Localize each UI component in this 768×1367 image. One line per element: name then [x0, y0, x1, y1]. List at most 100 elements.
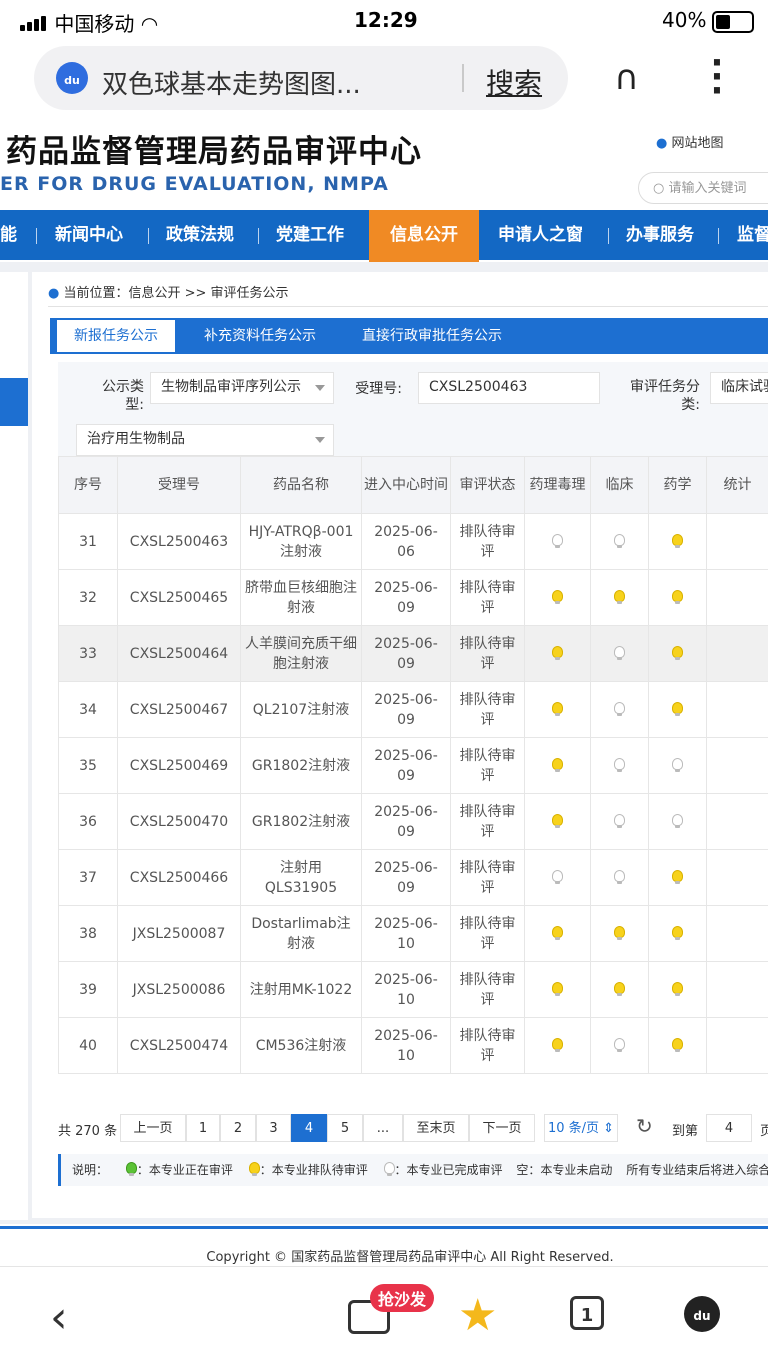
gray-bulb-icon — [552, 870, 563, 882]
table-row[interactable]: 40CXSL2500474CM536注射液2025-06-10排队待审评 — [59, 1018, 768, 1074]
gray-bulb-icon — [672, 814, 683, 826]
per-page-value: 10 条/页 — [548, 1121, 599, 1136]
table-row[interactable]: 34CXSL2500467QL2107注射液2025-06-09排队待审评 — [59, 682, 768, 738]
search-divider — [462, 64, 464, 92]
nav-item-partial[interactable]: 能 — [0, 210, 17, 260]
chevron-down-icon — [315, 437, 325, 443]
nav-item-applicant[interactable]: 申请人之窗 — [498, 210, 583, 260]
yellow-bulb-icon — [552, 590, 563, 602]
cell-clin — [591, 514, 649, 570]
back-icon[interactable]: ‹ — [50, 1292, 68, 1343]
page-button-current[interactable]: 4 — [291, 1114, 327, 1142]
tab-count-icon[interactable]: 1 — [570, 1296, 604, 1330]
page-button[interactable]: 3 — [256, 1114, 291, 1142]
sitemap-link[interactable]: ● 网站地图 — [656, 132, 724, 151]
category-select[interactable]: 临床试验 — [710, 372, 768, 404]
table-row[interactable]: 35CXSL2500469GR1802注射液2025-06-09排队待审评 — [59, 738, 768, 794]
cell-drug-name: 注射用MK-1022 — [241, 962, 362, 1018]
goto-page-input[interactable]: 4 — [706, 1114, 752, 1142]
legend-prefix: 说明： — [58, 1163, 108, 1177]
headphones-icon[interactable]: ∩ — [614, 58, 639, 98]
cell-clin — [591, 626, 649, 682]
gray-bulb-icon — [614, 870, 625, 882]
cell-pharm — [525, 570, 591, 626]
table-row[interactable]: 37CXSL2500466注射用QLS319052025-06-09排队待审评 — [59, 850, 768, 906]
cell-clin — [591, 570, 649, 626]
cell-entry-time: 2025-06-06 — [362, 514, 451, 570]
tab-admin-approval-tasks[interactable]: 直接行政审批任务公示 — [362, 318, 502, 354]
cell-clin — [591, 962, 649, 1018]
type-select[interactable]: 生物制品审评序列公示 — [150, 372, 334, 404]
cell-no: 39 — [59, 962, 118, 1018]
prev-page-button[interactable]: 上一页 — [120, 1114, 186, 1142]
gray-bulb-icon — [552, 534, 563, 546]
site-subtitle: ER FOR DRUG EVALUATION, NMPA — [0, 173, 389, 195]
search-icon: ○ — [653, 181, 664, 196]
last-page-button[interactable]: 至末页 — [403, 1114, 469, 1142]
sofa-badge[interactable]: 抢沙发 — [370, 1284, 434, 1312]
nav-item-services[interactable]: 办事服务 — [626, 210, 694, 260]
cell-status: 排队待审评 — [451, 794, 525, 850]
table-row[interactable]: 32CXSL2500465脐带血巨核细胞注射液2025-06-09排队待审评 — [59, 570, 768, 626]
page-button[interactable]: 1 — [186, 1114, 220, 1142]
cell-statistics — [707, 850, 768, 906]
cell-chem — [649, 1018, 707, 1074]
page-button[interactable]: 2 — [220, 1114, 256, 1142]
browser-search-query[interactable]: 双色球基本走势图图... — [102, 64, 361, 101]
cell-pharm — [525, 962, 591, 1018]
accept-number-input[interactable]: CXSL2500463 — [418, 372, 600, 404]
carrier-name: 中国移动 — [54, 12, 134, 36]
sitemap-label: 网站地图 — [671, 136, 723, 151]
per-page-select[interactable]: 10 条/页 ⇕ — [544, 1114, 618, 1142]
nav-item-policy[interactable]: 政策法规 — [166, 210, 234, 260]
baidu-home-icon[interactable]: du — [684, 1296, 720, 1332]
cell-pharm — [525, 514, 591, 570]
green-bulb-icon — [126, 1162, 137, 1174]
table-row[interactable]: 36CXSL2500470GR1802注射液2025-06-09排队待审评 — [59, 794, 768, 850]
table-row[interactable]: 33CXSL2500464人羊膜间充质干细胞注射液2025-06-09排队待审评 — [59, 626, 768, 682]
cell-chem — [649, 626, 707, 682]
nav-item-info-public[interactable]: 信息公开 — [369, 210, 479, 264]
table-row[interactable]: 38JXSL2500087Dostarlimab注射液2025-06-10排队待… — [59, 906, 768, 962]
cell-entry-time: 2025-06-09 — [362, 794, 451, 850]
refresh-icon[interactable]: ↻ — [636, 1114, 653, 1138]
col-header-no: 序号 — [59, 457, 118, 514]
cell-status: 排队待审评 — [451, 1018, 525, 1074]
cell-no: 32 — [59, 570, 118, 626]
gray-bulb-icon — [614, 534, 625, 546]
nav-item-party[interactable]: 党建工作 — [276, 210, 344, 260]
subtype-select-value: 治疗用生物制品 — [87, 431, 185, 447]
next-page-button[interactable]: 下一页 — [469, 1114, 535, 1142]
gray-bulb-icon — [614, 814, 625, 826]
nav-item-supervision[interactable]: 监督 — [737, 210, 768, 260]
gray-bulb-icon — [614, 1038, 625, 1050]
sidebar-active-item[interactable] — [0, 378, 28, 426]
table-row[interactable]: 39JXSL2500086注射用MK-10222025-06-10排队待审评 — [59, 962, 768, 1018]
nav-item-news[interactable]: 新闻中心 — [55, 210, 123, 260]
table-header-row: 序号 受理号 药品名称 进入中心时间 审评状态 药理毒理 临床 药学 统计 — [59, 457, 768, 514]
col-header-statistics: 统计 — [707, 457, 768, 514]
cell-no: 31 — [59, 514, 118, 570]
cell-chem — [649, 514, 707, 570]
cell-clin — [591, 794, 649, 850]
tab-new-tasks[interactable]: 新报任务公示 — [56, 319, 176, 353]
battery-icon — [712, 11, 754, 33]
search-button[interactable]: 搜索 — [486, 62, 542, 102]
subtype-select[interactable]: 治疗用生物制品 — [76, 424, 334, 456]
cell-clin — [591, 850, 649, 906]
cell-chem — [649, 850, 707, 906]
cell-drug-name: 注射用QLS31905 — [241, 850, 362, 906]
cell-pharm — [525, 682, 591, 738]
site-search-input[interactable]: ○ 请输入关键词 — [638, 172, 768, 204]
table-row[interactable]: 31CXSL2500463HJY-ATRQβ-001注射液2025-06-06排… — [59, 514, 768, 570]
page-button[interactable]: 5 — [327, 1114, 363, 1142]
cell-clin — [591, 738, 649, 794]
nav-divider — [608, 228, 609, 244]
cell-accept-number: CXSL2500470 — [118, 794, 241, 850]
cell-pharm — [525, 850, 591, 906]
cell-entry-time: 2025-06-10 — [362, 906, 451, 962]
more-menu-icon[interactable]: ··· — [710, 56, 724, 98]
tab-supplement-tasks[interactable]: 补充资料任务公示 — [204, 318, 316, 354]
cell-chem — [649, 682, 707, 738]
star-icon[interactable]: ★ — [458, 1290, 497, 1341]
